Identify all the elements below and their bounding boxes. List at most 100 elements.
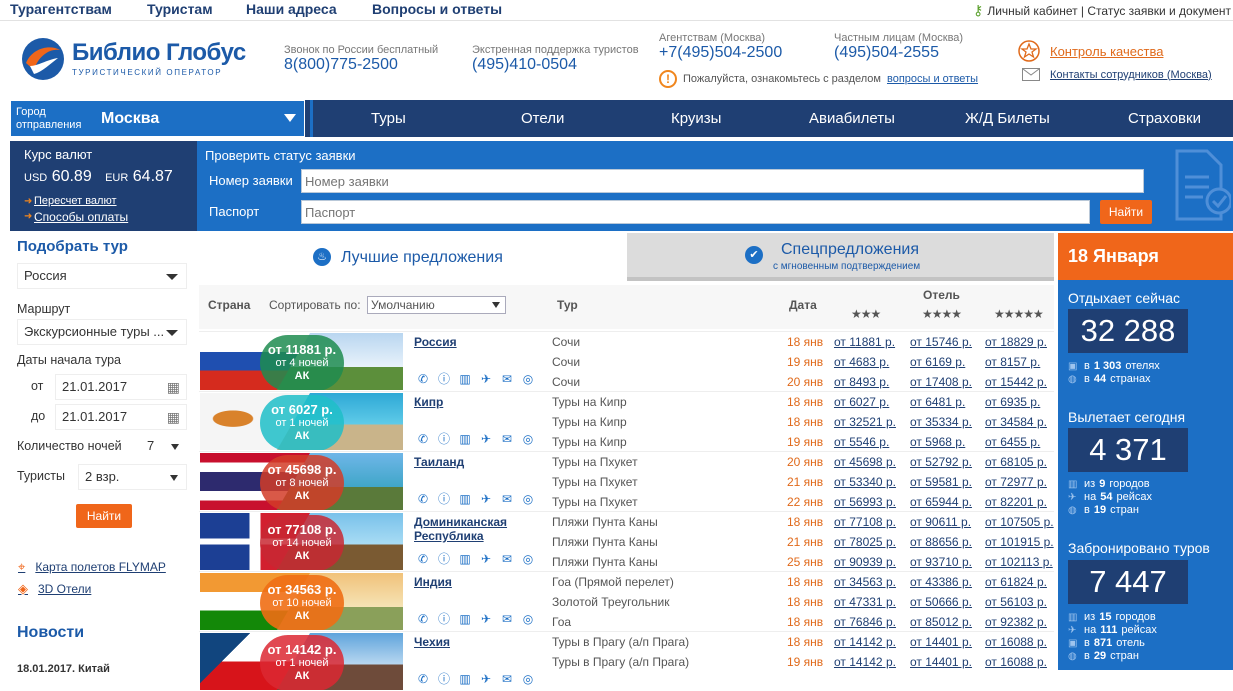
price-3-star-link[interactable]: от 47331 р. [834,595,896,609]
nav-hotels[interactable]: Отели [521,110,564,127]
price-4-star-link[interactable]: от 65944 р. [910,495,972,509]
route-select[interactable]: Экскурсионные туры ... [17,319,187,345]
tab-best-offers[interactable]: ♨ Лучшие предложения [199,233,627,281]
stars-5[interactable]: ★★★★★ [994,307,1044,321]
price-4-star-link[interactable]: от 50666 р. [910,595,972,609]
plane-icon[interactable]: ✈ [478,672,494,686]
nav-cruises[interactable]: Круизы [671,110,721,127]
price-4-star-link[interactable]: от 52792 р. [910,455,972,469]
price-5-star-link[interactable]: от 68105 р. [985,455,1047,469]
quality-control-link[interactable]: Контроль качества [1050,44,1163,59]
flymap-link[interactable]: ⌖ Карта полетов FLYMAP [18,559,166,575]
price-3-star-link[interactable]: от 14142 р. [834,635,896,649]
country-select[interactable]: Россия [17,263,187,289]
price-3-star-link[interactable]: от 76846 р. [834,615,896,629]
payment-methods-link[interactable]: Способы оплаты [34,210,128,224]
hotels-3d-link[interactable]: ◈ 3D Отели [18,581,91,597]
news-item[interactable]: 18.01.2017. Китай [17,663,110,675]
price-4-star-link[interactable]: от 59581 р. [910,475,972,489]
price-5-star-link[interactable]: от 82201 р. [985,495,1047,509]
topnav-addresses-link[interactable]: Наши адреса [246,1,337,17]
nights-select[interactable]: 7 [141,434,187,460]
find-tour-button[interactable]: Найти [76,504,132,528]
price-4-star-link[interactable]: от 15746 р. [910,335,972,349]
price-3-star-link[interactable]: от 53340 р. [834,475,896,489]
price-3-star-link[interactable]: от 5546 р. [834,435,889,449]
account-links[interactable]: ⚷ Личный кабинет | Статус заявки и докум… [973,2,1231,19]
price-4-star-link[interactable]: от 88656 р. [910,535,972,549]
tour-date: 18 янв [787,415,824,429]
price-3-star-link[interactable]: от 56993 р. [834,495,896,509]
price-5-star-link[interactable]: от 102113 р. [985,555,1053,569]
phone-icon[interactable]: ✆ [415,672,431,686]
quality-control[interactable]: Контроль качества [1018,40,1163,62]
staff-contacts[interactable]: Контакты сотрудников (Москва) [1022,68,1212,81]
price-4-star-link[interactable]: от 35334 р. [910,415,972,429]
price-4-star-link[interactable]: от 5968 р. [910,435,965,449]
nav-train[interactable]: Ж/Д Билеты [965,110,1050,127]
departing-l1-unit: городов [1109,478,1150,490]
price-5-star-link[interactable]: от 61824 р. [985,575,1047,589]
chat-icon[interactable]: ✉ [499,672,515,686]
price-3-star-link[interactable]: от 6027 р. [834,395,889,409]
price-4-star-link[interactable]: от 85012 р. [910,615,972,629]
price-4-star-link[interactable]: от 43386 р. [910,575,972,589]
topnav-faq-link[interactable]: Вопросы и ответы [372,1,502,17]
price-5-star-link[interactable]: от 107505 р. [985,515,1054,529]
resting-title: Отдыхает сейчас [1068,290,1181,306]
account-status-link[interactable]: Личный кабинет | Статус заявки и докумен… [987,4,1231,18]
passport-input[interactable] [301,200,1090,224]
price-5-star-link[interactable]: от 16088 р. [985,655,1047,669]
check-status-button[interactable]: Найти [1100,200,1152,224]
price-3-star-link[interactable]: от 8493 р. [834,375,889,389]
departure-city-select[interactable]: Город отправления Москва [10,100,305,137]
price-5-star-link[interactable]: от 72977 р. [985,475,1047,489]
logo[interactable]: Библио Глобус ТУРИСТИЧЕСКИЙ ОПЕРАТОР [20,36,246,82]
price-5-star-link[interactable]: от 15442 р. [985,375,1047,389]
tourists-select[interactable]: 2 взр. [78,464,187,490]
staff-contacts-link[interactable]: Контакты сотрудников (Москва) [1050,69,1212,81]
price-5-star-link[interactable]: от 6935 р. [985,395,1040,409]
order-number-input[interactable] [301,169,1144,193]
price-3-star-link[interactable]: от 90939 р. [834,555,896,569]
sort-select[interactable]: Умолчанию [367,296,506,314]
price-3-star-link[interactable]: от 4683 р. [834,355,889,369]
stars-3[interactable]: ★★★ [851,307,881,321]
price-5-star-link[interactable]: от 8157 р. [985,355,1040,369]
date-to-input[interactable]: 21.01.2017 ▦ [55,404,187,430]
price-4-star-link[interactable]: от 90611 р. [910,515,971,529]
price-3-star-link[interactable]: от 11881 р. [834,335,895,349]
tab-special-offers[interactable]: ✔ Спецпредложения с мгновенным подтвержд… [627,233,1054,281]
price-4-star-link[interactable]: от 14401 р. [910,655,972,669]
price-4-star-link[interactable]: от 6169 р. [910,355,965,369]
date-from-input[interactable]: 21.01.2017 ▦ [55,374,187,400]
stars-4[interactable]: ★★★★ [922,307,962,321]
price-3-star-link[interactable]: от 14142 р. [834,655,896,669]
price-5-star-link[interactable]: от 92382 р. [985,615,1047,629]
nav-flights[interactable]: Авиабилеты [809,110,895,127]
price-3-star-link[interactable]: от 45698 р. [834,455,896,469]
topnav-agencies-link[interactable]: Турагентствам [10,1,112,17]
price-5-star-link[interactable]: от 6455 р. [985,435,1040,449]
price-5-star-link[interactable]: от 56103 р. [985,595,1047,609]
topnav-tourists-link[interactable]: Туристам [147,1,213,17]
price-5-star-link[interactable]: от 101915 р. [985,535,1054,549]
visa-icon[interactable]: ◎ [520,672,536,686]
price-5-star-link[interactable]: от 16088 р. [985,635,1047,649]
price-4-star-link[interactable]: от 14401 р. [910,635,972,649]
info-icon[interactable]: ⓘ [436,672,452,686]
currency-recalc-link[interactable]: Пересчет валют [34,195,117,207]
faq-notice-link[interactable]: вопросы и ответы [887,73,978,85]
price-5-star-link[interactable]: от 34584 р. [985,415,1047,429]
price-3-star-link[interactable]: от 34563 р. [834,575,896,589]
price-4-star-link[interactable]: от 93710 р. [910,555,972,569]
price-3-star-link[interactable]: от 77108 р. [834,515,896,529]
price-5-star-link[interactable]: от 18829 р. [985,335,1047,349]
price-4-star-link[interactable]: от 6481 р. [910,395,965,409]
nav-tours[interactable]: Туры [371,110,406,127]
price-4-star-link[interactable]: от 17408 р. [910,375,972,389]
hotel-icon[interactable]: ▥ [457,672,473,686]
price-3-star-link[interactable]: от 32521 р. [834,415,896,429]
price-3-star-link[interactable]: от 78025 р. [834,535,896,549]
nav-insurance[interactable]: Страховки [1128,110,1201,127]
